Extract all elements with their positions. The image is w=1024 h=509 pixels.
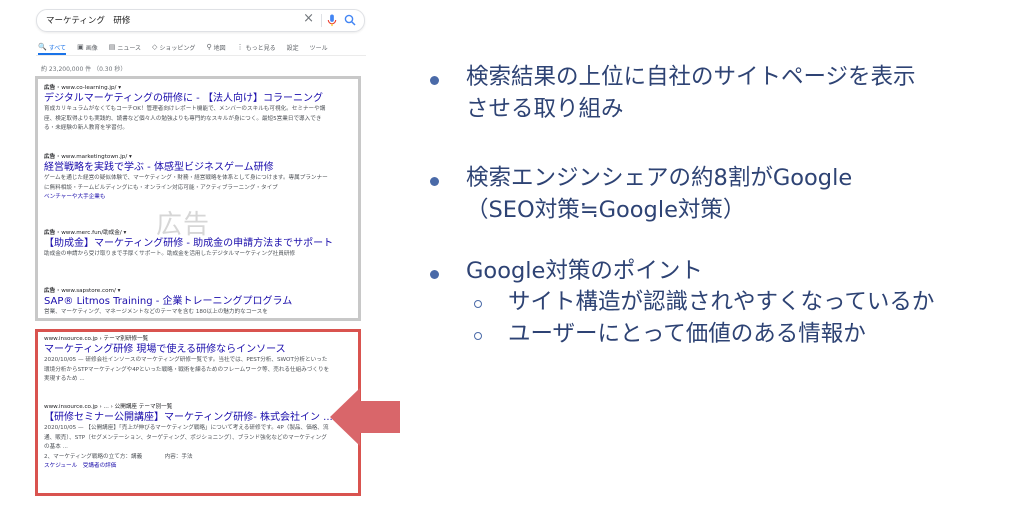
sitelink[interactable]: ベンチャーや大手企業も <box>44 193 330 202</box>
tab-all[interactable]: 🔍 すべて <box>38 41 66 53</box>
result-snippet: ゲームを通じた経営の疑似体験で、マーケティング・財務・経営戦略を体系として身につ… <box>44 175 328 191</box>
ad-result: 広告 · www.co-learning.jp/ ▾ デジタルマーケティングの研… <box>44 84 330 134</box>
bullet-text: （SEO対策≒Google対策） <box>466 197 746 223</box>
bullet-dot-icon <box>430 270 439 279</box>
pin-icon: ⚲ <box>206 43 212 51</box>
result-url: 広告 · www.merc.fun/助成金/ ▾ <box>44 230 127 236</box>
tab-more[interactable]: ⋮ もっと見る <box>237 41 276 53</box>
result-count: 約 23,200,000 件 （0.30 秒） <box>41 66 127 73</box>
search-input[interactable]: マーケティング 研修 <box>46 14 130 26</box>
sub-bullet-text: ユーザーにとって価値のある情報か <box>508 321 866 347</box>
search-bar[interactable]: マーケティング 研修 × <box>36 9 365 32</box>
result-snippet: 営業、マーケティング、マネージメントなどのテーマを含む 180以上の魅力的なコー… <box>44 309 268 315</box>
result-snippet: 助成金の申請から受け取りまで手厚くサポート。助成金を活用したデジタルマーケティン… <box>44 251 296 257</box>
result-url: 広告 · www.co-learning.jp/ ▾ <box>44 85 122 91</box>
tab-maps[interactable]: ⚲ 地図 <box>206 41 225 53</box>
search-icon[interactable] <box>344 14 356 26</box>
sub-bullet-text: サイト構造が認識されやすくなっているか <box>508 289 935 315</box>
result-snippet: 育成カリキュラムがなくてもコーチOK！管理者向けレポート機能で、メンバーのスキル… <box>44 106 326 131</box>
sitelinks: スケジュール 受講者の評価 <box>44 462 333 471</box>
microphone-icon[interactable] <box>326 14 338 27</box>
sitelink[interactable]: 受講者の評価 <box>83 463 117 469</box>
sitelink[interactable]: スケジュール <box>44 463 77 469</box>
organic-result: www.insource.co.jp › ... › 公開講座 テーマ別一覧 【… <box>44 403 333 471</box>
tag-icon: ◇ <box>152 43 158 51</box>
ad-result: 広告 · www.sapstore.com/ ▾ SAP® Litmos Tra… <box>44 287 330 318</box>
sub-bullet-circle-icon <box>474 300 482 308</box>
bullet-dot-icon <box>430 76 439 85</box>
bullet-text: 検索結果の上位に自社のサイトページを表示 <box>466 64 916 90</box>
result-extra: 2、マーケティング戦略の立て方：講義 内容：手法 <box>44 453 193 460</box>
result-url: www.insource.co.jp › ... › 公開講座 テーマ別一覧 <box>44 404 173 410</box>
tab-images[interactable]: ▣ 画像 <box>77 41 98 53</box>
search-divider <box>321 14 322 27</box>
result-title-link[interactable]: 【研修セミナー公開講座】マーケティング研修- 株式会社イン ... <box>44 411 333 424</box>
bullet-dot-icon <box>430 177 439 186</box>
more-icon: ⋮ <box>236 43 244 51</box>
result-title-link[interactable]: 経営戦略を実践で学ぶ - 体感型ビジネスゲーム研修 <box>44 161 330 174</box>
bullet-text: させる取り組み <box>466 96 624 122</box>
result-snippet: 2020/10/05 — 【公開講座】「売上が伸びるマーケティング戦略」について… <box>44 425 329 450</box>
bullet-text: 検索エンジンシェアの約8割がGoogle <box>466 165 853 191</box>
active-tab-indicator <box>38 53 66 55</box>
search-icon: 🔍 <box>38 43 47 51</box>
organic-result: www.insource.co.jp › テーマ別研修一覧 マーケティング研修 … <box>44 335 330 385</box>
sub-bullet-circle-icon <box>474 332 482 340</box>
tab-settings[interactable]: 設定 <box>287 41 299 53</box>
result-title-link[interactable]: マーケティング研修 現場で使える研修ならインソース <box>44 343 330 356</box>
result-title-link[interactable]: SAP® Litmos Training - 企業トレーニングプログラム <box>44 295 330 308</box>
news-icon: ▤ <box>108 43 116 51</box>
ad-result: 広告 · www.merc.fun/助成金/ ▾ 【助成金】マーケティング研修 … <box>44 229 333 260</box>
bullet-text: Google対策のポイント <box>466 258 703 284</box>
result-url: 広告 · www.sapstore.com/ ▾ <box>44 288 121 294</box>
result-snippet: 2020/10/05 — 研修会社インソースのマーケティング研修一覧です。当社で… <box>44 357 330 382</box>
search-tabs: 🔍 すべて ▣ 画像 ▤ ニュース ◇ ショッピング ⚲ 地図 ⋮ もっと見る 設定 ツール <box>38 41 328 53</box>
tab-tools[interactable]: ツール <box>310 41 328 53</box>
result-title-link[interactable]: デジタルマーケティングの研修に - 【法人向け】コラーニング <box>44 92 330 105</box>
ad-result: 広告 · www.marketingtown.jp/ ▾ 経営戦略を実践で学ぶ … <box>44 153 330 202</box>
tab-news[interactable]: ▤ ニュース <box>109 41 141 53</box>
result-url: 広告 · www.marketingtown.jp/ ▾ <box>44 154 132 160</box>
image-icon: ▣ <box>77 43 84 51</box>
tab-shopping[interactable]: ◇ ショッピング <box>152 41 195 53</box>
result-title-link[interactable]: 【助成金】マーケティング研修 - 助成金の申請方法までサポート <box>44 237 333 250</box>
result-url: www.insource.co.jp › テーマ別研修一覧 <box>44 336 149 342</box>
arrow-left-icon <box>330 388 400 446</box>
tabs-divider <box>36 55 366 56</box>
clear-icon[interactable]: × <box>303 11 314 26</box>
